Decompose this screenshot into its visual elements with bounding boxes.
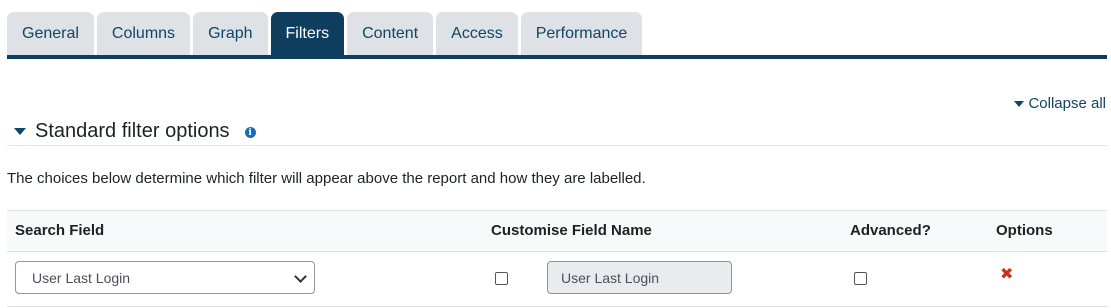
section-header[interactable]: Standard filter options i [14, 120, 256, 143]
tab-filters[interactable]: Filters [270, 12, 345, 55]
delete-icon[interactable]: ✖ [1000, 264, 1013, 284]
tab-underline [7, 55, 1107, 59]
tab-general[interactable]: General [7, 12, 94, 55]
tab-access[interactable]: Access [436, 12, 518, 55]
tab-bar: General Columns Graph Filters Content Ac… [7, 12, 643, 55]
field-name-value: User Last Login [561, 269, 660, 286]
section-divider [7, 145, 1107, 146]
search-field-select[interactable]: User Last Login [15, 261, 315, 294]
header-customise-field-name: Customise Field Name [491, 222, 652, 239]
header-advanced: Advanced? [850, 222, 931, 239]
tab-graph[interactable]: Graph [193, 12, 268, 55]
caret-down-icon[interactable] [14, 128, 26, 135]
collapse-all-label: Collapse all [1028, 95, 1106, 112]
advanced-checkbox[interactable] [854, 272, 867, 285]
section-title: Standard filter options [35, 120, 230, 142]
field-name-input[interactable]: User Last Login [547, 261, 732, 294]
header-options: Options [996, 222, 1053, 239]
search-field-selected-value: User Last Login [32, 269, 131, 286]
table-row-border [7, 306, 1107, 307]
tab-performance[interactable]: Performance [520, 12, 643, 55]
chevron-down-icon [294, 270, 307, 283]
tab-columns[interactable]: Columns [96, 12, 191, 55]
collapse-all-link[interactable]: Collapse all [1014, 95, 1106, 112]
table-header-border [7, 251, 1107, 252]
info-icon[interactable]: i [244, 127, 256, 138]
customise-field-checkbox[interactable] [495, 272, 508, 285]
tab-content[interactable]: Content [347, 12, 434, 55]
caret-down-icon [1014, 100, 1025, 107]
section-description: The choices below determine which filter… [7, 170, 646, 187]
header-search-field: Search Field [15, 222, 105, 239]
